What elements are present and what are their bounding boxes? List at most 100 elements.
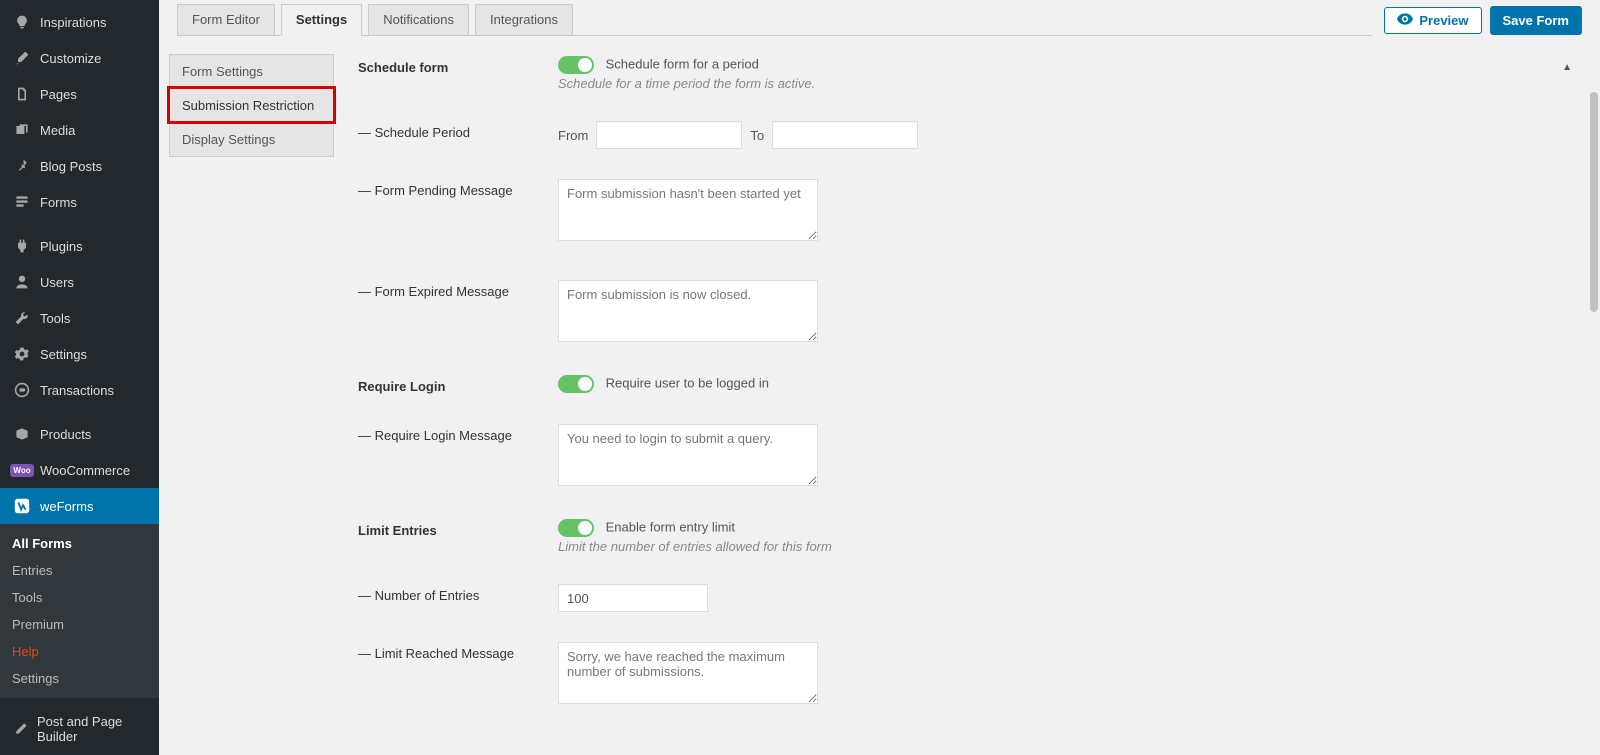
menu-separator xyxy=(0,220,159,228)
limit-reached-message-input[interactable]: Sorry, we have reached the maximum numbe… xyxy=(558,642,818,704)
plugin-icon xyxy=(12,236,32,256)
scrollbar-thumb[interactable] xyxy=(1590,92,1598,312)
menu-woocommerce[interactable]: Woo WooCommerce xyxy=(0,452,159,488)
menu-media[interactable]: Media xyxy=(0,112,159,148)
from-label: From xyxy=(558,128,588,143)
limit-entries-title: Limit Entries xyxy=(358,519,558,538)
wp-submenu: All Forms Entries Tools Premium Help Set… xyxy=(0,524,159,698)
schedule-to-input[interactable] xyxy=(772,121,918,149)
settings-icon xyxy=(12,344,32,364)
menu-customize[interactable]: Customize xyxy=(0,40,159,76)
settings-side-tabs: Form Settings Submission Restriction Dis… xyxy=(169,52,334,755)
submenu-premium[interactable]: Premium xyxy=(0,611,159,638)
menu-forms[interactable]: Forms xyxy=(0,184,159,220)
menu-settings[interactable]: Settings xyxy=(0,336,159,372)
pages-icon xyxy=(12,84,32,104)
tools-icon xyxy=(12,308,32,328)
menu-inspirations[interactable]: Inspirations xyxy=(0,4,159,40)
submenu-all-forms[interactable]: All Forms xyxy=(0,530,159,557)
limit-entries-toggle[interactable] xyxy=(558,519,594,537)
side-tab-form-settings[interactable]: Form Settings xyxy=(169,54,334,88)
menu-tools[interactable]: Tools xyxy=(0,300,159,336)
accordion-toggle-icon[interactable]: ▲ xyxy=(1562,62,1572,73)
menu-label: Transactions xyxy=(40,383,114,398)
number-entries-label: — Number of Entries xyxy=(358,584,558,603)
menu-label: Post and Page Builder xyxy=(37,714,147,744)
require-login-title: Require Login xyxy=(358,375,558,394)
menu-separator xyxy=(0,698,159,706)
form-pending-message-input[interactable]: Form submission hasn't been started yet xyxy=(558,179,818,241)
schedule-title: Schedule form xyxy=(358,56,558,75)
submenu-help[interactable]: Help xyxy=(0,638,159,665)
schedule-period-label: — Schedule Period xyxy=(358,121,558,140)
menu-pages[interactable]: Pages xyxy=(0,76,159,112)
menu-label: Forms xyxy=(40,195,77,210)
section-limit-entries: Limit Entries Enable form entry limit Li… xyxy=(358,519,1576,707)
user-icon xyxy=(12,272,32,292)
schedule-desc: Schedule for a time period the form is a… xyxy=(558,76,1576,91)
submenu-tools[interactable]: Tools xyxy=(0,584,159,611)
menu-label: Customize xyxy=(40,51,101,66)
require-login-toggle-label: Require user to be logged in xyxy=(606,375,769,390)
limit-reached-label: — Limit Reached Message xyxy=(358,642,558,661)
settings-form-area: ▲ Schedule form Schedule form for a peri… xyxy=(334,52,1600,755)
schedule-from-input[interactable] xyxy=(596,121,742,149)
eye-icon xyxy=(1397,13,1413,28)
limit-entries-toggle-label: Enable form entry limit xyxy=(606,519,735,534)
weforms-icon xyxy=(12,496,32,516)
require-login-message-input[interactable]: You need to login to submit a query. xyxy=(558,424,818,486)
menu-blog-posts[interactable]: Blog Posts xyxy=(0,148,159,184)
lightbulb-icon xyxy=(12,12,32,32)
menu-plugins[interactable]: Plugins xyxy=(0,228,159,264)
menu-transactions[interactable]: Transactions xyxy=(0,372,159,408)
products-icon xyxy=(12,424,32,444)
menu-products[interactable]: Products xyxy=(0,416,159,452)
tab-form-editor[interactable]: Form Editor xyxy=(177,4,275,36)
menu-label: Inspirations xyxy=(40,15,106,30)
menu-label: Settings xyxy=(40,347,87,362)
wp-admin-menu: Inspirations Customize Pages Media Blog … xyxy=(0,0,159,755)
media-icon xyxy=(12,120,32,140)
settings-body: Form Settings Submission Restriction Dis… xyxy=(159,36,1600,755)
menu-users[interactable]: Users xyxy=(0,264,159,300)
schedule-toggle[interactable] xyxy=(558,56,594,74)
save-form-button[interactable]: Save Form xyxy=(1490,6,1582,35)
pencil-icon xyxy=(12,719,29,739)
require-login-toggle[interactable] xyxy=(558,375,594,393)
section-require-login: Require Login Require user to be logged … xyxy=(358,375,1576,489)
form-expired-message-input[interactable]: Form submission is now closed. xyxy=(558,280,818,342)
menu-separator xyxy=(0,408,159,416)
schedule-period-inputs: From To xyxy=(558,121,1576,149)
side-tab-display-settings[interactable]: Display Settings xyxy=(169,122,334,157)
tab-notifications[interactable]: Notifications xyxy=(368,4,469,36)
menu-label: Tools xyxy=(40,311,70,326)
content-area: Form Editor Settings Notifications Integ… xyxy=(159,0,1600,755)
tab-integrations[interactable]: Integrations xyxy=(475,4,573,36)
menu-label: Users xyxy=(40,275,74,290)
menu-label: Media xyxy=(40,123,75,138)
submenu-entries[interactable]: Entries xyxy=(0,557,159,584)
menu-page-builder[interactable]: Post and Page Builder xyxy=(0,706,159,752)
menu-weforms[interactable]: weForms xyxy=(0,488,159,524)
menu-label: weForms xyxy=(40,499,93,514)
pin-icon xyxy=(12,156,32,176)
menu-label: Plugins xyxy=(40,239,83,254)
form-icon xyxy=(12,192,32,212)
number-entries-input[interactable] xyxy=(558,584,708,612)
submenu-settings[interactable]: Settings xyxy=(0,665,159,692)
preview-label: Preview xyxy=(1419,13,1468,28)
schedule-toggle-label: Schedule form for a period xyxy=(606,56,759,71)
tab-settings[interactable]: Settings xyxy=(281,4,362,36)
menu-label: Pages xyxy=(40,87,77,102)
form-tabs: Form Editor Settings Notifications Integ… xyxy=(177,4,1372,36)
preview-button[interactable]: Preview xyxy=(1384,7,1481,34)
menu-label: WooCommerce xyxy=(40,463,130,478)
side-tab-submission-restriction[interactable]: Submission Restriction xyxy=(169,88,334,122)
menu-label: Products xyxy=(40,427,91,442)
top-actions: Preview Save Form xyxy=(1384,4,1582,35)
menu-label: Blog Posts xyxy=(40,159,102,174)
brush-icon xyxy=(12,48,32,68)
to-label: To xyxy=(750,128,764,143)
scrollbar[interactable] xyxy=(1588,92,1600,755)
woo-icon: Woo xyxy=(12,460,32,480)
